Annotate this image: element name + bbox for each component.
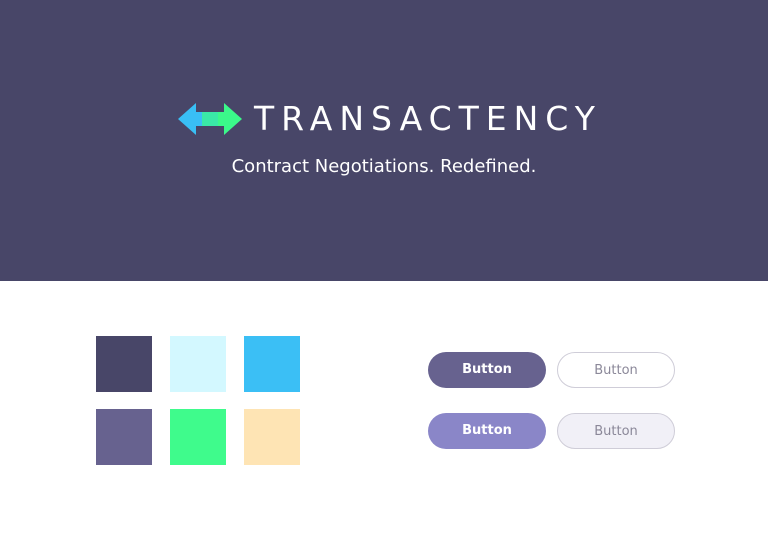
outline-light-button[interactable]: Button <box>557 413 675 449</box>
hero-banner: TRANSACTENCY Contract Negotiations. Rede… <box>0 0 768 281</box>
color-palette <box>96 336 300 465</box>
color-swatch <box>244 409 300 465</box>
color-swatch <box>244 336 300 392</box>
color-swatch <box>170 336 226 392</box>
double-arrow-icon <box>178 103 242 135</box>
color-swatch <box>170 409 226 465</box>
color-swatch <box>96 409 152 465</box>
brand-logo: TRANSACTENCY <box>178 97 602 141</box>
tagline: Contract Negotiations. Redefined. <box>231 156 537 177</box>
brand-name: TRANSACTENCY <box>254 99 602 138</box>
color-swatch <box>96 336 152 392</box>
outline-button[interactable]: Button <box>557 352 675 388</box>
primary-light-button[interactable]: Button <box>428 413 546 449</box>
primary-button[interactable]: Button <box>428 352 546 388</box>
